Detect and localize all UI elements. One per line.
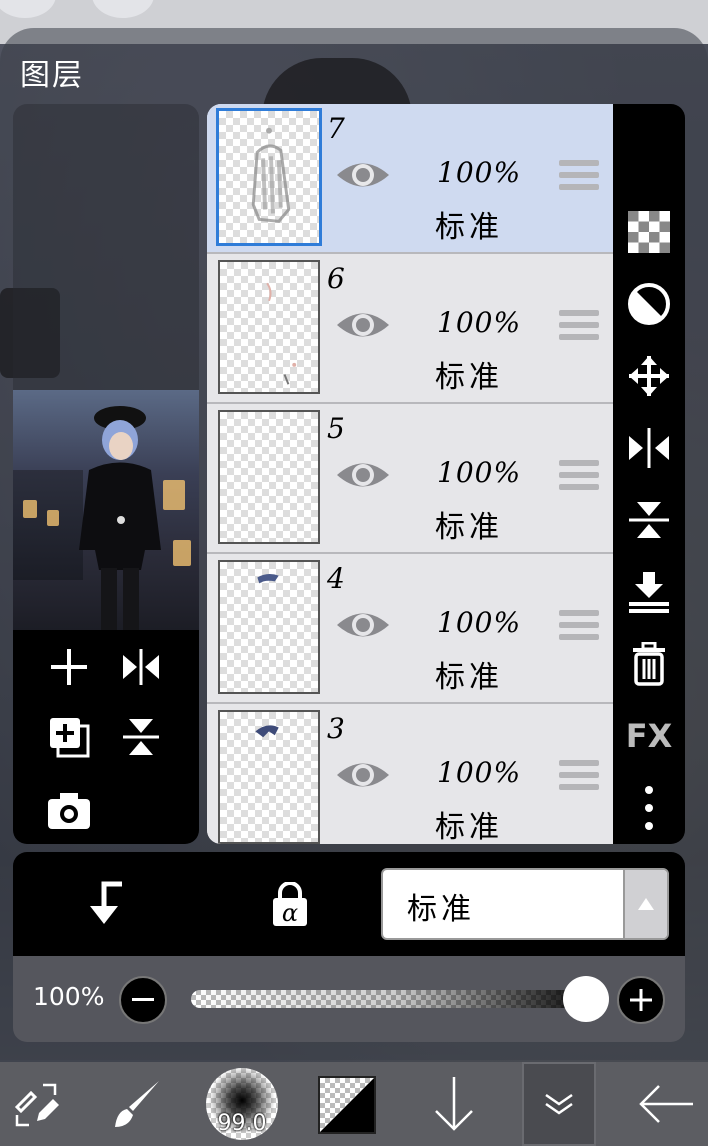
layer-row[interactable]: 4 100% 标准 <box>207 554 613 704</box>
layer-blend-mode: 标准 <box>435 810 503 844</box>
drag-handle-icon[interactable] <box>559 160 599 194</box>
visibility-eye-icon[interactable] <box>335 306 391 344</box>
layer-blend-mode: 标准 <box>435 510 503 545</box>
preview-window <box>23 500 37 518</box>
alpha-lock-icon[interactable]: α <box>263 878 317 932</box>
layer-number: 3 <box>327 712 345 745</box>
preview-window <box>163 480 185 510</box>
flip-vertical-icon[interactable] <box>625 496 673 544</box>
preview-window <box>173 540 191 566</box>
blend-row: α 标准 <box>13 852 685 956</box>
visibility-eye-icon[interactable] <box>335 456 391 494</box>
color-swatch[interactable] <box>318 1076 376 1134</box>
camera-icon[interactable] <box>44 786 94 836</box>
panel-title: 图层 <box>20 58 84 93</box>
layer-thumbnail[interactable] <box>218 710 320 844</box>
layer-blend-mode: 标准 <box>435 660 503 695</box>
flip-horizontal-icon[interactable] <box>116 642 166 692</box>
checker-icon[interactable] <box>625 208 673 256</box>
layer-opacity: 100% <box>437 756 522 789</box>
trash-icon[interactable] <box>625 640 673 688</box>
opacity-slider[interactable] <box>191 990 601 1008</box>
dropdown-arrow-icon[interactable] <box>623 870 667 938</box>
brush-size-indicator[interactable]: 99.0 <box>206 1068 278 1140</box>
drag-handle-icon[interactable] <box>559 610 599 644</box>
preview-window <box>47 510 59 526</box>
layer-number: 7 <box>327 112 345 145</box>
visibility-eye-icon[interactable] <box>335 756 391 794</box>
swap-tool-icon[interactable] <box>6 1062 66 1146</box>
layer-number: 6 <box>327 262 345 295</box>
layer-opacity: 100% <box>437 306 522 339</box>
layer-number: 4 <box>327 562 345 595</box>
visibility-eye-icon[interactable] <box>335 606 391 644</box>
down-arrow-icon[interactable] <box>422 1062 486 1146</box>
brush-icon[interactable] <box>104 1062 168 1146</box>
layer-row[interactable]: 5 100% 标准 <box>207 404 613 554</box>
half-circle-icon[interactable] <box>625 280 673 328</box>
bottom-toolbar: 99.0 <box>0 1062 708 1146</box>
fx-icon[interactable]: FX <box>625 712 673 760</box>
blend-mode-value: 标准 <box>407 892 475 927</box>
chevron-double-down-icon <box>545 1093 573 1115</box>
svg-text:α: α <box>282 899 298 927</box>
layer-thumbnail[interactable] <box>218 260 320 394</box>
layer-actions-bar: FX <box>613 104 685 844</box>
opacity-decrease-button[interactable] <box>119 976 167 1024</box>
layer-opacity: 100% <box>437 606 522 639</box>
left-panel <box>13 104 199 844</box>
drag-handle-icon[interactable] <box>559 310 599 344</box>
more-icon[interactable] <box>625 784 673 832</box>
layer-tools <box>13 630 199 844</box>
layer-blend-mode: 标准 <box>435 210 503 245</box>
layer-number: 5 <box>327 412 345 445</box>
layer-blend-mode: 标准 <box>435 360 503 395</box>
drag-handle-icon[interactable] <box>559 760 599 794</box>
layer-row[interactable]: 7 100% 标准 <box>207 104 613 254</box>
flip-horizontal-icon[interactable] <box>625 424 673 472</box>
merge-down-icon[interactable] <box>625 568 673 616</box>
preview-character <box>79 406 161 630</box>
layer-thumbnail[interactable] <box>216 108 322 246</box>
layer-thumbnail[interactable] <box>218 560 320 694</box>
move-icon[interactable] <box>625 352 673 400</box>
add-layer-icon[interactable] <box>44 642 94 692</box>
layer-opacity: 100% <box>437 456 522 489</box>
clipping-arrow-icon[interactable] <box>79 878 133 932</box>
canvas-preview[interactable] <box>13 390 199 630</box>
drag-handle-icon[interactable] <box>559 460 599 494</box>
opacity-row: 100% <box>13 956 685 1042</box>
duplicate-layer-icon[interactable] <box>44 712 94 762</box>
top-left-button[interactable] <box>0 0 56 18</box>
layers-button[interactable] <box>522 1062 596 1146</box>
opacity-increase-button[interactable] <box>617 976 665 1024</box>
layer-thumbnail[interactable] <box>218 410 320 544</box>
brush-size-value: 99.0 <box>217 1111 267 1136</box>
layer-opacity: 100% <box>437 156 522 189</box>
visibility-eye-icon[interactable] <box>335 156 391 194</box>
blend-mode-select[interactable]: 标准 <box>381 868 669 940</box>
layer-row[interactable]: 6 100% 标准 <box>207 254 613 404</box>
top-second-button[interactable] <box>92 0 154 18</box>
layer-list: 7 100% 标准 6 100% 标准 5 100% 标准 4 100% 标准 … <box>207 104 613 844</box>
flip-vertical-icon[interactable] <box>116 712 166 762</box>
opacity-slider-knob[interactable] <box>563 976 609 1022</box>
back-arrow-icon[interactable] <box>628 1062 704 1146</box>
layer-row[interactable]: 3 100% 标准 <box>207 704 613 844</box>
opacity-label: 100% <box>33 982 105 1011</box>
